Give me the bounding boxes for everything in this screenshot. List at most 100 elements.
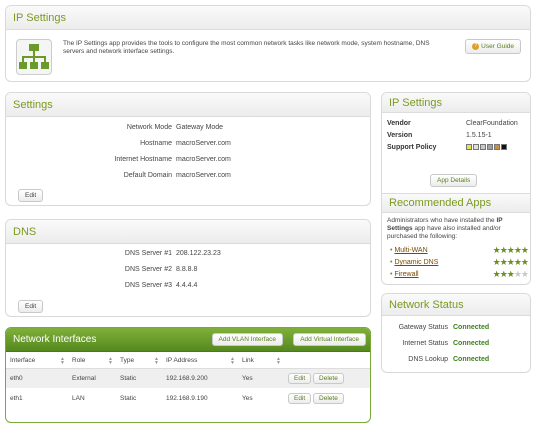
bullet-icon: • (390, 247, 393, 254)
app-info-header: IP Settings (382, 93, 530, 113)
network-icon (19, 44, 49, 69)
bullet-icon: • (390, 259, 393, 266)
user-guide-label: User Guide (481, 43, 514, 51)
sort-icon: ▲ ▼ (154, 356, 159, 366)
support-policy-swatch (494, 144, 500, 151)
settings-panel: Settings Network Mode Gateway Mode Hostna… (5, 92, 371, 206)
page-title: IP Settings (13, 11, 66, 24)
support-policy-swatch (473, 144, 479, 151)
status-row: DNS Lookup Connected (382, 353, 530, 367)
app-details-button[interactable]: App Details (430, 174, 478, 187)
help-icon: ? (472, 43, 480, 50)
star-icon: ★ (499, 245, 508, 255)
add-vlan-interface-button[interactable]: Add VLAN Interface (211, 333, 283, 346)
rating-stars: ★★★★★ (492, 269, 529, 280)
sort-icon: ▲ ▼ (60, 356, 65, 366)
table-row: eth1 LAN Static 192.168.9.190 Yes Edit D… (6, 388, 370, 408)
recommended-app-item: • Multi-WAN ★★★★★ (390, 245, 529, 256)
star-icon: ★ (513, 257, 522, 267)
column-header-role[interactable]: Role ▲ ▼ (68, 354, 116, 369)
column-header-ip-address[interactable]: IP Address ▲ ▼ (162, 354, 238, 369)
dns-header: DNS (6, 220, 370, 244)
status-row: Gateway Status Connected (382, 321, 530, 335)
support-policy-swatch (501, 144, 507, 151)
network-status-title: Network Status (389, 298, 464, 311)
settings-row: Internet Hostname macroServer.com (114, 156, 231, 163)
star-icon: ★ (492, 269, 501, 279)
network-interfaces-title: Network Interfaces (13, 334, 97, 345)
support-policy-swatch (466, 144, 472, 151)
column-header-type[interactable]: Type ▲ ▼ (116, 354, 162, 369)
app-icon (16, 39, 52, 75)
network-interfaces-header: Network Interfaces Add VLAN Interface Ad… (6, 328, 370, 352)
network-status-panel: Network Status Gateway Status Connected … (381, 293, 531, 373)
edit-interface-button[interactable]: Edit (288, 392, 312, 404)
network-interfaces-panel: Network Interfaces Add VLAN Interface Ad… (5, 327, 371, 423)
rating-stars: ★★★★★ (492, 257, 529, 268)
dns-row: DNS Server #1 208.122.23.23 (124, 250, 221, 257)
app-header-bar: IP Settings (6, 6, 530, 30)
star-icon: ★ (499, 257, 508, 267)
recommended-title: Recommended Apps (389, 197, 492, 209)
star-icon: ★ (513, 269, 522, 279)
vendor-row: Vendor ClearFoundation (387, 120, 518, 127)
dns-row: DNS Server #2 8.8.8.8 (124, 266, 198, 273)
user-guide-button[interactable]: ? User Guide (465, 39, 521, 55)
status-row: Internet Status Connected (382, 337, 530, 351)
status-value: Connected (453, 324, 490, 331)
interfaces-table: Interface ▲ ▼ Role ▲ ▼ Type ▲ ▼ IP Address ▲ ▼ L… (6, 354, 370, 408)
settings-title: Settings (13, 98, 53, 111)
recommended-app-link[interactable]: Multi-WAN (394, 247, 427, 254)
recommended-app-link[interactable]: Dynamic DNS (394, 259, 438, 266)
recommended-app-link[interactable]: Firewall (394, 271, 418, 278)
table-row: eth0 External Static 192.168.9.200 Yes E… (6, 368, 370, 388)
star-icon: ★ (492, 245, 501, 255)
support-policy-swatches (466, 144, 508, 151)
recommended-header: Recommended Apps (382, 193, 530, 213)
add-virtual-interface-button[interactable]: Add Virtual Interface (293, 333, 366, 346)
column-header-link[interactable]: Link ▲ ▼ (238, 354, 284, 369)
table-header-row: Interface ▲ ▼ Role ▲ ▼ Type ▲ ▼ IP Address ▲ ▼ L… (6, 354, 370, 369)
settings-row: Network Mode Gateway Mode (126, 124, 224, 131)
support-policy-swatch (480, 144, 486, 151)
recommended-text: Administrators who have installed the IP… (387, 217, 503, 240)
bullet-icon: • (390, 271, 393, 278)
app-description: The IP Settings app provides the tools t… (63, 40, 430, 55)
dns-title: DNS (13, 225, 37, 238)
star-icon: ★ (520, 245, 529, 255)
app-info-title: IP Settings (389, 96, 442, 109)
star-icon: ★ (506, 269, 515, 279)
recommended-app-item: • Firewall ★★★★★ (390, 269, 529, 280)
star-icon: ★ (520, 257, 529, 267)
rating-stars: ★★★★★ (492, 245, 529, 256)
dns-panel: DNS DNS Server #1 208.122.23.23 DNS Serve… (5, 219, 371, 317)
sort-icon: ▲ ▼ (230, 356, 235, 366)
delete-interface-button[interactable]: Delete (313, 372, 344, 384)
delete-interface-button[interactable]: Delete (313, 392, 344, 404)
recommended-app-item: • Dynamic DNS ★★★★★ (390, 257, 529, 268)
star-icon: ★ (506, 245, 515, 255)
star-icon: ★ (492, 257, 501, 267)
settings-row: Default Domain macroServer.com (123, 172, 231, 179)
version-row: Version 1.5.15-1 (387, 132, 492, 139)
dns-edit-button[interactable]: Edit (18, 300, 44, 313)
settings-edit-button[interactable]: Edit (18, 189, 44, 202)
support-policy-row: Support Policy (387, 144, 527, 154)
settings-row: Hostname macroServer.com (140, 140, 231, 147)
dns-row: DNS Server #3 4.4.4.4 (124, 282, 198, 289)
sort-icon: ▲ ▼ (108, 356, 113, 366)
edit-interface-button[interactable]: Edit (288, 372, 312, 384)
network-status-header: Network Status (382, 294, 530, 316)
app-info-panel: IP Settings Vendor ClearFoundation Versi… (381, 92, 531, 285)
star-icon: ★ (499, 269, 508, 279)
status-value: Connected (453, 340, 490, 347)
settings-header: Settings (6, 93, 370, 117)
column-header-interface[interactable]: Interface ▲ ▼ (6, 354, 68, 369)
status-value: Connected (453, 356, 490, 363)
support-policy-swatch (487, 144, 493, 151)
column-header-actions (284, 354, 370, 369)
star-icon: ★ (520, 269, 529, 279)
star-icon: ★ (506, 257, 515, 267)
sort-icon: ▲ ▼ (276, 356, 281, 366)
star-icon: ★ (513, 245, 522, 255)
